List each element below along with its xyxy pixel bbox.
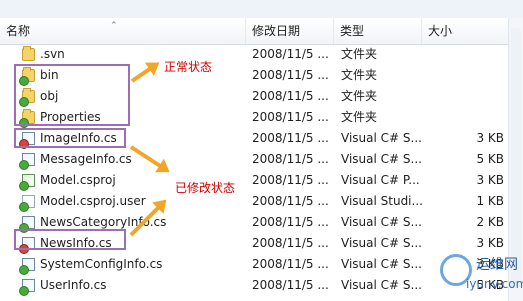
file-name: .svn — [40, 47, 65, 61]
file-type: Visual C# S... — [341, 152, 422, 166]
column-header-date-label: 修改日期 — [252, 24, 301, 38]
file-name: Model.csproj — [40, 173, 116, 187]
file-date: 2008/11/5 ... — [252, 173, 329, 187]
csharp-file-icon — [19, 258, 35, 275]
file-name: MessageInfo.cs — [40, 152, 132, 166]
file-date: 2008/11/5 ... — [252, 236, 329, 250]
file-size: 3 KB — [476, 131, 504, 145]
column-header-row: 名称 ⌃ 修改日期 类型 大小 — [0, 18, 523, 45]
column-header-type-label: 类型 — [340, 24, 365, 38]
normal-status-icon — [19, 181, 29, 191]
normal-status-icon — [19, 202, 29, 212]
file-date: 2008/11/5 ... — [252, 68, 329, 82]
column-header-name[interactable]: 名称 ⌃ — [0, 18, 245, 44]
file-name: Model.csproj.user — [40, 194, 146, 208]
file-type: Visual Studi... — [341, 194, 423, 208]
watermark-line2: iyunv.com — [466, 277, 523, 291]
file-size: 5 KB — [476, 152, 504, 166]
column-header-name-label: 名称 — [6, 24, 31, 38]
file-date: 2008/11/5 ... — [252, 257, 329, 271]
normal-status-icon — [19, 160, 29, 170]
file-type: 文件夹 — [341, 47, 378, 61]
column-header-size-label: 大小 — [428, 24, 453, 38]
modified-status-annotation-box-top — [14, 128, 126, 148]
file-date: 2008/11/5 ... — [252, 47, 329, 61]
file-type: 文件夹 — [341, 68, 378, 82]
modified-status-annotation-box-bottom — [14, 229, 126, 250]
csharp-file-icon — [19, 216, 35, 233]
file-name: SystemConfigInfo.cs — [40, 257, 163, 271]
project-user-file-icon — [19, 195, 35, 212]
normal-status-label: 正常状态 — [164, 60, 213, 74]
table-row[interactable]: Model.csproj 2008/11/5 ... Visual C# P..… — [0, 170, 523, 191]
csharp-file-icon — [19, 153, 35, 170]
table-row[interactable]: Model.csproj.user 2008/11/5 ... Visual S… — [0, 191, 523, 212]
file-type: Visual C# S... — [341, 131, 422, 145]
file-date: 2008/11/5 ... — [252, 89, 329, 103]
file-date: 2008/11/5 ... — [252, 152, 329, 166]
csharp-file-icon — [19, 279, 35, 296]
file-type: 文件夹 — [341, 110, 378, 124]
file-size: 1 KB — [476, 194, 504, 208]
file-name: UserInfo.cs — [40, 278, 107, 292]
watermark-line1: 运维网 — [476, 257, 518, 273]
normal-status-icon — [19, 265, 29, 275]
file-date: 2008/11/5 ... — [252, 131, 329, 145]
file-type: Visual C# S... — [341, 278, 422, 292]
table-row[interactable]: .svn 2008/11/5 ... 文件夹 — [0, 44, 523, 65]
file-type: Visual C# P... — [341, 173, 420, 187]
folder-icon — [22, 46, 35, 61]
modified-status-label: 已修改状态 — [175, 181, 236, 195]
sort-up-icon: ⌃ — [110, 21, 118, 31]
file-date: 2008/11/5 ... — [252, 194, 329, 208]
table-row[interactable]: MessageInfo.cs 2008/11/5 ... Visual C# S… — [0, 149, 523, 170]
normal-status-annotation-box — [14, 64, 130, 126]
window-top-strip — [0, 0, 523, 19]
file-type: Visual C# S... — [341, 215, 422, 229]
column-header-size[interactable]: 大小 — [421, 18, 509, 44]
column-header-date[interactable]: 修改日期 — [245, 18, 334, 44]
file-type: 文件夹 — [341, 89, 378, 103]
file-size: 3 KB — [476, 173, 504, 187]
file-date: 2008/11/5 ... — [252, 215, 329, 229]
file-type: Visual C# S... — [341, 257, 422, 271]
file-date: 2008/11/5 ... — [252, 110, 329, 124]
file-date: 2008/11/5 ... — [252, 278, 329, 292]
file-size: 2 KB — [476, 215, 504, 229]
project-file-icon — [19, 174, 35, 191]
file-type: Visual C# S... — [341, 236, 422, 250]
watermark: 运维网 iyunv.com — [430, 246, 523, 298]
normal-status-icon — [19, 286, 29, 296]
column-header-type[interactable]: 类型 — [333, 18, 422, 44]
